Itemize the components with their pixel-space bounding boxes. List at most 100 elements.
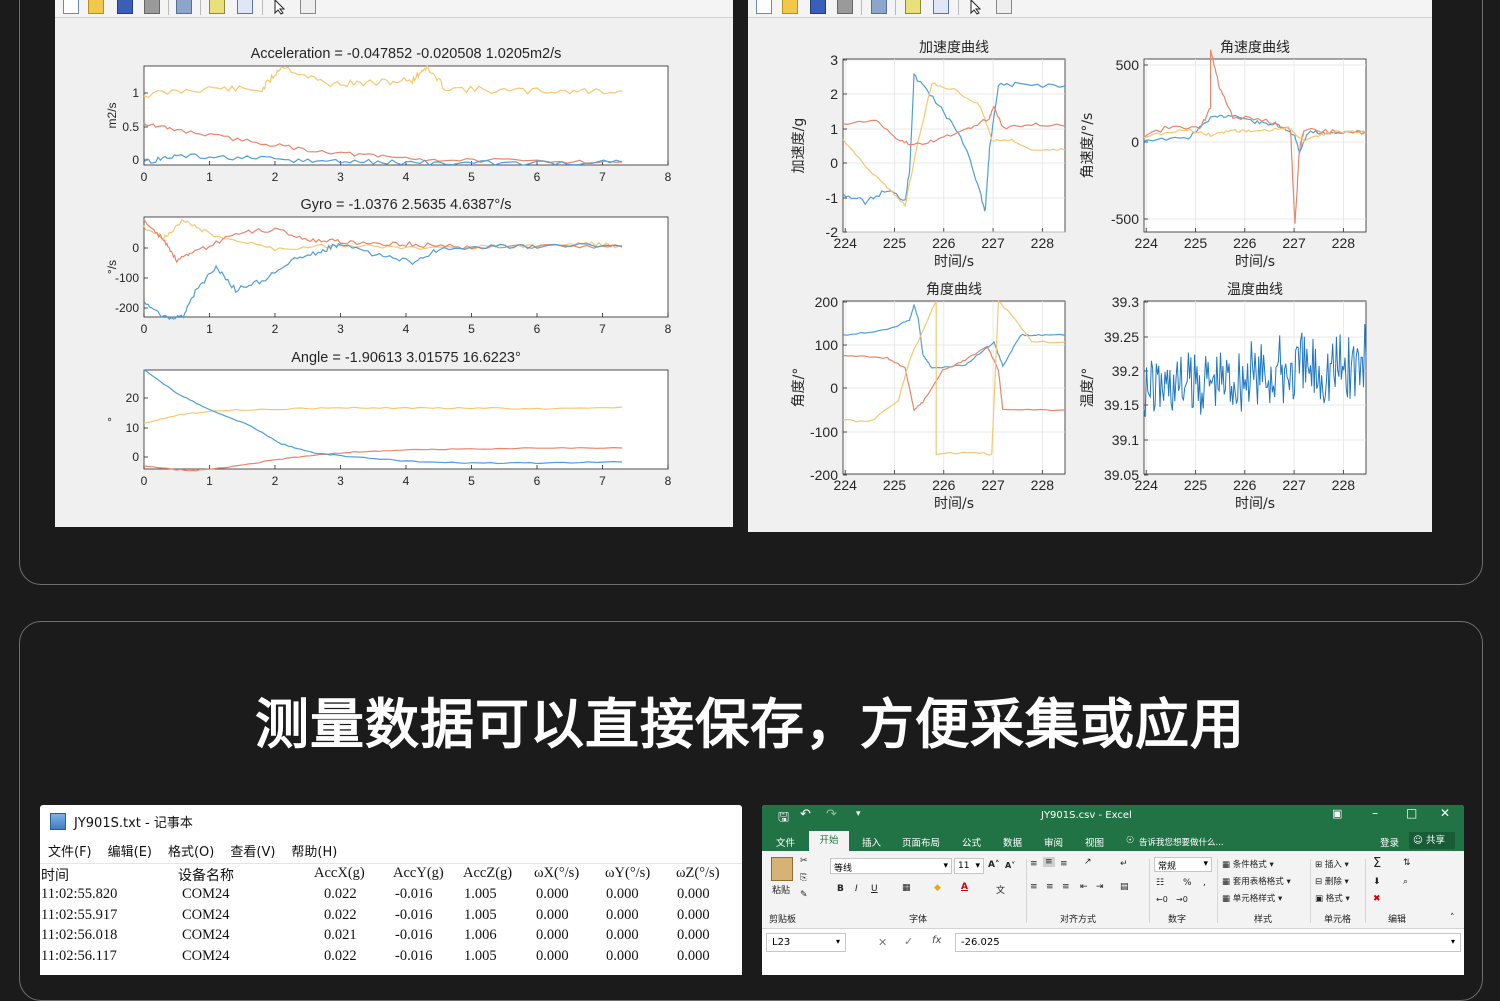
align-bottom-icon[interactable]: ≡ xyxy=(1060,859,1068,869)
merge-center-icon[interactable]: ▤ xyxy=(1120,882,1129,892)
phonetic-icon[interactable]: 文 xyxy=(996,883,1005,896)
decrease-decimal-icon[interactable]: →0 xyxy=(1176,895,1188,904)
x-tick-label: 0 xyxy=(141,170,148,184)
styles-group: ▦ 条件格式 ▾ ▦ 套用表格格式 ▾ ▦ 单元格样式 ▾ xyxy=(1222,857,1291,908)
shrink-font-icon[interactable]: A˅ xyxy=(1005,861,1015,870)
tab-page-layout[interactable]: 页面布局 xyxy=(902,835,940,849)
insert-cells-button[interactable]: ⊞ 插入 ▾ xyxy=(1315,857,1350,874)
x-tick-label: 227 xyxy=(1282,235,1306,251)
x-tick-label: 7 xyxy=(599,170,606,184)
align-center-icon[interactable]: ≡ xyxy=(1046,882,1054,892)
y-tick-label: 100 xyxy=(815,337,839,353)
increase-decimal-icon[interactable]: ←0 xyxy=(1156,895,1168,904)
close-icon[interactable]: ✕ xyxy=(1440,806,1450,820)
format-as-table-button[interactable]: ▦ 套用表格格式 ▾ xyxy=(1222,874,1291,891)
percent-icon[interactable]: % xyxy=(1183,878,1192,888)
align-top-icon[interactable]: ≡ xyxy=(1030,859,1038,869)
grow-font-icon[interactable]: A˄ xyxy=(988,860,999,870)
redo-icon[interactable]: ↷ xyxy=(826,807,837,822)
bold-button[interactable]: B xyxy=(837,884,844,894)
name-box[interactable]: L23 ▾ xyxy=(766,933,846,952)
tell-me-box[interactable]: 告诉我您想要做什么... xyxy=(1139,836,1224,848)
sort-filter-icon[interactable]: ⇅ xyxy=(1403,858,1411,868)
cancel-entry-icon[interactable]: ✕ xyxy=(878,936,887,949)
align-left-icon[interactable]: ≡ xyxy=(1030,882,1038,892)
format-cells-label: 格式 xyxy=(1325,894,1343,904)
conditional-format-button[interactable]: ▦ 条件格式 ▾ xyxy=(1222,857,1291,874)
tab-insert[interactable]: 插入 xyxy=(862,835,881,849)
undo-icon[interactable]: ↶ xyxy=(800,807,811,822)
col-wx-header: ωX(°/s) xyxy=(534,865,580,881)
menu-file[interactable]: 文件(F) xyxy=(48,841,92,860)
login-link[interactable]: 登录 xyxy=(1380,835,1399,849)
italic-button[interactable]: I xyxy=(855,884,858,894)
number-format-select[interactable]: 常规 ▾ xyxy=(1154,857,1212,872)
wrap-text-icon[interactable]: ↵ xyxy=(1120,859,1128,869)
cell-device: COM24 xyxy=(182,906,230,923)
share-button[interactable]: ☺ 共享 xyxy=(1409,832,1455,849)
autosum-icon[interactable]: Σ xyxy=(1373,856,1381,871)
confirm-entry-icon[interactable]: ✓ xyxy=(904,935,913,948)
collapse-ribbon-icon[interactable]: ˄ xyxy=(1450,913,1455,923)
font-color-icon[interactable]: A xyxy=(961,882,968,892)
clear-icon[interactable]: ✖ xyxy=(1373,894,1381,904)
paste-label[interactable]: 粘贴 xyxy=(772,883,790,896)
subplot-axes-3 xyxy=(842,300,1066,475)
menu-format[interactable]: 格式(O) xyxy=(168,841,214,860)
notepad-titlebar: JY901S.txt - 记事本 xyxy=(40,805,742,838)
y-axis-label: ° xyxy=(105,417,119,422)
cell-accy: -0.016 xyxy=(395,906,433,923)
insert-function-icon[interactable]: fx xyxy=(932,935,941,946)
font-size-select[interactable]: 11 ▾ xyxy=(954,858,984,874)
cell-styles-button[interactable]: ▦ 单元格样式 ▾ xyxy=(1222,891,1291,908)
cell-time: 11:02:56.018 xyxy=(41,927,118,943)
matlab-plot-area-2: 224 225 226 227 2283210-1-2加速度曲线时间/s加速度/g224… xyxy=(791,40,1367,512)
format-cells-button[interactable]: ▣ 格式 ▾ xyxy=(1315,891,1350,908)
copy-icon[interactable]: ⎘ xyxy=(800,873,807,883)
paste-icon[interactable] xyxy=(771,857,793,881)
ribbon-display-icon[interactable]: ▣ xyxy=(1332,807,1342,820)
fill-color-icon[interactable]: ◆ xyxy=(934,883,941,893)
find-select-icon[interactable]: ⌕ xyxy=(1403,877,1408,887)
maximize-icon[interactable]: □ xyxy=(1406,806,1417,820)
tab-formulas[interactable]: 公式 xyxy=(962,835,981,849)
menu-edit[interactable]: 编辑(E) xyxy=(108,841,152,860)
menu-view[interactable]: 查看(V) xyxy=(230,841,275,860)
underline-button[interactable]: U xyxy=(871,884,878,894)
cut-icon[interactable]: ✂ xyxy=(800,856,808,866)
insert-icon: ⊞ xyxy=(1315,860,1325,870)
tab-view[interactable]: 视图 xyxy=(1085,835,1104,849)
align-middle-icon[interactable]: ≡ xyxy=(1043,857,1055,867)
cell-wz: 0.000 xyxy=(677,906,710,923)
quick-access-dropdown-icon[interactable]: ▾ xyxy=(856,809,861,819)
x-tick-label: 8 xyxy=(665,322,672,336)
font-name-select[interactable]: 等线 ▾ xyxy=(830,858,952,874)
cell-accz: 1.006 xyxy=(464,927,497,943)
formula-input[interactable]: -26.025 ▾ xyxy=(955,933,1461,952)
x-axis-label: 时间/s xyxy=(1235,496,1275,512)
delete-cells-button[interactable]: ⊟ 删除 ▾ xyxy=(1315,874,1350,891)
accounting-icon[interactable]: ☷ xyxy=(1156,878,1164,888)
save-icon[interactable]: 🖫 xyxy=(778,808,789,830)
fill-icon[interactable]: ⬇ xyxy=(1373,877,1381,887)
borders-icon[interactable]: ▦ xyxy=(902,883,911,893)
align-right-icon[interactable]: ≡ xyxy=(1062,882,1070,892)
tab-review[interactable]: 审阅 xyxy=(1044,835,1063,849)
x-tick-label: 6 xyxy=(534,474,541,488)
minimize-icon[interactable]: – xyxy=(1372,806,1378,820)
increase-indent-icon[interactable]: ⇥ xyxy=(1096,882,1104,892)
table-icon: ▦ xyxy=(1222,860,1233,870)
notepad-text-area[interactable]: 时间 设备名称 AccX(g) AccY(g) AccZ(g) ωX(°/s) … xyxy=(40,863,742,975)
x-tick-label: 228 xyxy=(1031,235,1055,251)
y-tick-label: 10 xyxy=(126,421,140,435)
comma-icon[interactable]: , xyxy=(1203,878,1206,888)
orientation-icon[interactable]: ↗ xyxy=(1084,857,1092,867)
decrease-indent-icon[interactable]: ⇤ xyxy=(1080,882,1088,892)
tab-data[interactable]: 数据 xyxy=(1003,835,1022,849)
y-tick-label: 0 xyxy=(830,155,838,171)
tab-file[interactable]: 文件 xyxy=(776,835,795,849)
format-painter-icon[interactable]: ✎ xyxy=(800,890,808,900)
tab-home[interactable]: 开始 xyxy=(809,831,849,851)
data-row: 11:02:56.117 COM24 0.022 -0.016 1.005 0.000 0.… xyxy=(40,948,742,969)
menu-help[interactable]: 帮助(H) xyxy=(291,841,337,860)
